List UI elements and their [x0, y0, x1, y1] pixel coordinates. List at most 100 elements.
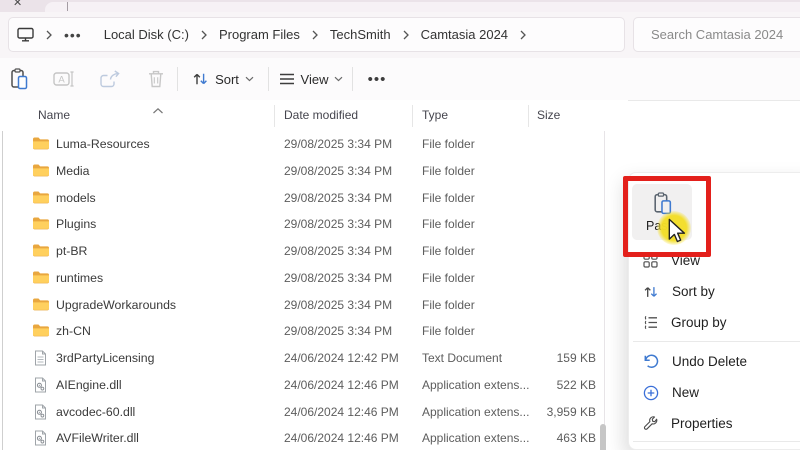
file-row[interactable]: runtimes 29/08/2025 3:34 PM File folder: [0, 265, 628, 292]
file-name: pt-BR: [56, 244, 87, 258]
text-document-icon: [34, 350, 51, 366]
chevron-right-icon[interactable]: [45, 30, 53, 40]
file-type: Text Document: [422, 351, 502, 365]
menu-item-view[interactable]: View: [634, 245, 796, 276]
breadcrumb-techsmith[interactable]: TechSmith: [330, 27, 391, 42]
column-header-date[interactable]: Date modified: [284, 108, 358, 122]
dll-file-icon: [34, 404, 51, 420]
explorer-tab[interactable]: [45, 2, 800, 12]
more-icon: •••: [368, 71, 387, 88]
delete-button[interactable]: [144, 58, 168, 100]
paste-icon: [9, 68, 29, 91]
chevron-right-icon: [200, 30, 208, 40]
file-row[interactable]: models 29/08/2025 3:34 PM File folder: [0, 185, 628, 212]
menu-item-label: Group by: [671, 315, 727, 330]
column-separator[interactable]: [528, 105, 529, 127]
file-row[interactable]: avcodec-60.dll 24/06/2024 12:46 PM Appli…: [0, 399, 628, 426]
file-name: Plugins: [56, 217, 96, 231]
menu-item-properties[interactable]: Properties: [634, 408, 796, 439]
address-bar: ••• Local Disk (C:) Program Files TechSm…: [0, 12, 800, 59]
file-type: File folder: [422, 271, 475, 285]
menu-item-undo-delete[interactable]: Undo Delete: [634, 346, 796, 377]
file-type: File folder: [422, 137, 475, 151]
menu-divider: [633, 341, 800, 342]
file-name: Media: [56, 164, 90, 178]
view-button[interactable]: View: [278, 58, 344, 100]
breadcrumb-local-disk[interactable]: Local Disk (C:): [104, 27, 189, 42]
file-name: 3rdPartyLicensing: [56, 351, 154, 365]
rename-icon: A: [53, 70, 76, 88]
breadcrumb-program-files[interactable]: Program Files: [219, 27, 300, 42]
file-type: File folder: [422, 298, 475, 312]
file-name: UpgradeWorkarounds: [56, 298, 176, 312]
dll-file-icon: [34, 377, 51, 393]
column-separator[interactable]: [274, 105, 275, 127]
column-header-name[interactable]: Name: [38, 108, 70, 122]
file-row[interactable]: UpgradeWorkarounds 29/08/2025 3:34 PM Fi…: [0, 292, 628, 319]
folder-icon: [32, 216, 49, 232]
this-pc-icon[interactable]: [17, 27, 34, 42]
rename-button[interactable]: A: [50, 58, 78, 100]
file-date-modified: 24/06/2024 12:46 PM: [284, 431, 399, 445]
view-label: View: [301, 72, 329, 87]
column-header-size[interactable]: Size: [537, 108, 560, 122]
file-date-modified: 29/08/2025 3:34 PM: [284, 244, 392, 258]
command-toolbar: A Sort View •••: [0, 58, 800, 101]
new-plus-icon: [643, 385, 659, 401]
scrollbar-thumb[interactable]: [600, 424, 606, 450]
file-date-modified: 29/08/2025 3:34 PM: [284, 324, 392, 338]
file-date-modified: 24/06/2024 12:46 PM: [284, 405, 399, 419]
chevron-right-icon: [519, 30, 527, 40]
file-row[interactable]: zh-CN 29/08/2025 3:34 PM File folder: [0, 318, 628, 345]
file-row[interactable]: AVFileWriter.dll 24/06/2024 12:46 PM App…: [0, 425, 628, 450]
file-name: AIEngine.dll: [56, 378, 122, 392]
wrench-icon: [643, 416, 658, 431]
file-date-modified: 29/08/2025 3:34 PM: [284, 164, 392, 178]
file-row[interactable]: Plugins 29/08/2025 3:34 PM File folder: [0, 211, 628, 238]
chevron-down-icon: [334, 76, 343, 82]
sort-button[interactable]: Sort: [188, 58, 258, 100]
column-separator[interactable]: [412, 105, 413, 127]
share-button[interactable]: [96, 58, 124, 100]
menu-item-new[interactable]: New: [634, 377, 796, 408]
paste-button[interactable]: [6, 58, 32, 100]
folder-icon: [32, 190, 49, 206]
file-type: File folder: [422, 217, 475, 231]
dll-file-icon: [34, 430, 51, 446]
toolbar-divider: [352, 67, 353, 91]
file-row[interactable]: Media 29/08/2025 3:34 PM File folder: [0, 158, 628, 185]
folder-icon: [32, 270, 49, 286]
file-size: 463 KB: [496, 431, 596, 445]
menu-item-label: Undo Delete: [672, 354, 747, 369]
more-button[interactable]: •••: [362, 58, 392, 100]
file-explorer-window: ✕ ••• Local Disk (C:) Program Files Tech…: [0, 0, 800, 450]
breadcrumb-camtasia-2024[interactable]: Camtasia 2024: [421, 27, 508, 42]
file-type: File folder: [422, 324, 475, 338]
folder-icon: [32, 163, 49, 179]
menu-item-group-by[interactable]: Group by: [634, 307, 796, 338]
chevron-down-icon: [245, 76, 254, 82]
file-type: File folder: [422, 244, 475, 258]
menu-divider: [633, 441, 800, 442]
group-list-icon: [643, 315, 658, 330]
tab-bar: ✕: [0, 0, 800, 12]
svg-text:A: A: [58, 75, 65, 86]
breadcrumb: ••• Local Disk (C:) Program Files TechSm…: [8, 17, 625, 52]
file-row[interactable]: AIEngine.dll 24/06/2024 12:46 PM Applica…: [0, 372, 628, 399]
folder-icon: [32, 243, 49, 259]
sort-ascending-icon: [152, 102, 164, 120]
search-input[interactable]: [634, 26, 800, 43]
breadcrumb-overflow[interactable]: •••: [64, 27, 82, 43]
view-grid-icon: [643, 253, 658, 268]
menu-item-sort-by[interactable]: Sort by: [634, 276, 796, 307]
menu-item-label: Properties: [671, 416, 733, 431]
file-date-modified: 24/06/2024 12:46 PM: [284, 378, 399, 392]
file-row[interactable]: 3rdPartyLicensing 24/06/2024 12:42 PM Te…: [0, 345, 628, 372]
tab-close-icon[interactable]: ✕: [13, 0, 22, 9]
file-row[interactable]: pt-BR 29/08/2025 3:34 PM File folder: [0, 238, 628, 265]
column-header-type[interactable]: Type: [422, 108, 448, 122]
file-row[interactable]: Luma-Resources 29/08/2025 3:34 PM File f…: [0, 131, 628, 158]
file-date-modified: 29/08/2025 3:34 PM: [284, 191, 392, 205]
sort-arrows-icon: [643, 284, 659, 300]
file-date-modified: 29/08/2025 3:34 PM: [284, 217, 392, 231]
